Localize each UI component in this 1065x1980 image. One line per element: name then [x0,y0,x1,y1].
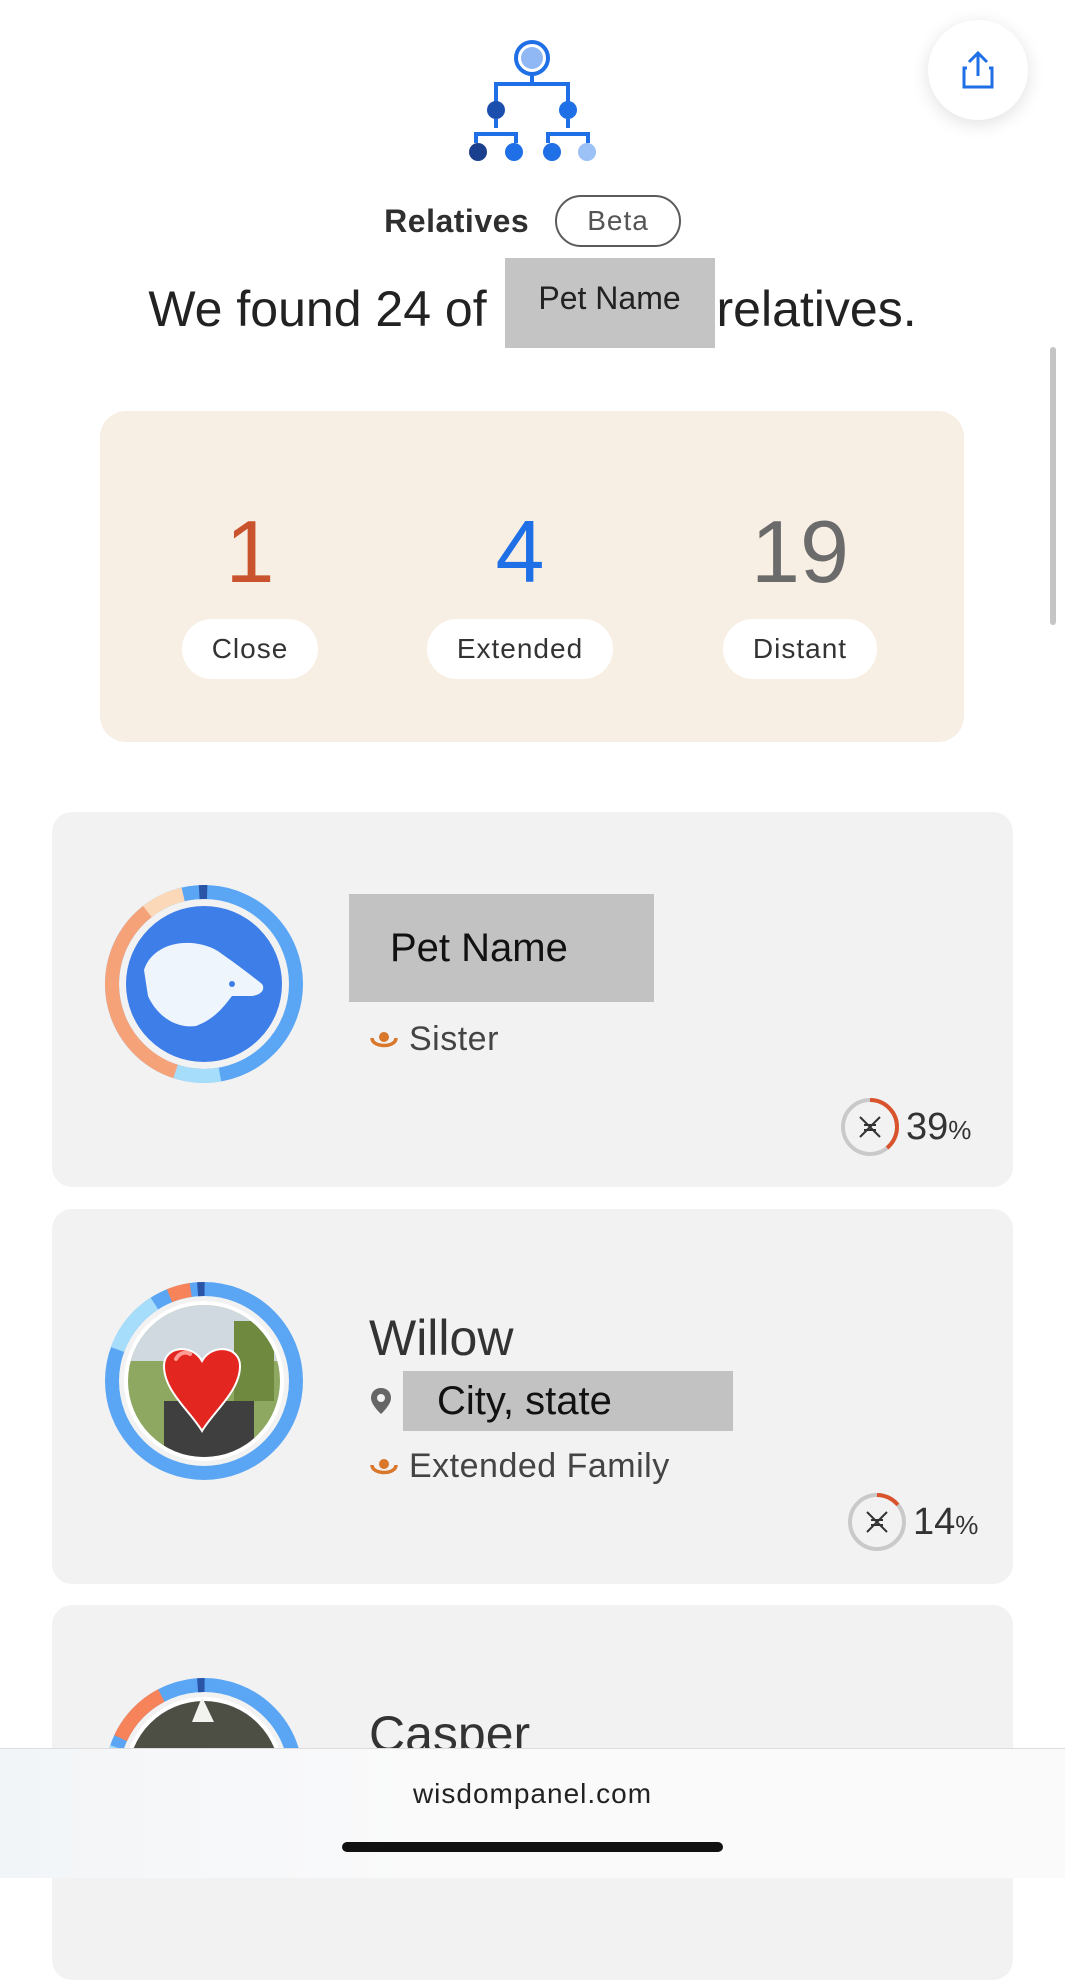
home-indicator [342,1842,723,1852]
relative-card[interactable]: Pet Name Sister 39% [52,812,1013,1187]
relatives-summary-card: 1 Close 4 Extended 19 Distant [100,411,964,742]
location-redaction: City, state [403,1371,733,1431]
relation-row: Extended Family [369,1447,670,1486]
stat-distant[interactable]: 19 Distant [690,507,910,679]
dna-percent: 39 [906,1105,949,1148]
section-title: Relatives [384,202,530,239]
relative-name: Willow [369,1310,514,1366]
location-pin-icon [371,1388,391,1414]
pet-name-redaction: Pet Name [504,258,715,348]
stat-extended-label: Extended [426,619,614,679]
beta-badge: Beta [555,195,681,247]
stat-distant-label: Distant [722,619,878,679]
relation-label: Extended Family [409,1447,670,1485]
share-icon [962,50,994,89]
ancestry-ring-avatar [104,1282,303,1480]
relative-name-redaction: Pet Name [349,894,654,1002]
browser-url[interactable]: wisdompanel.com [0,1778,1065,1810]
stat-extended-count: 4 [495,502,545,601]
stat-distant-count: 19 [751,502,849,601]
relatives-tree-logo [469,40,596,161]
stat-close-count: 1 [225,502,275,601]
section-header: Relatives Beta [0,195,1065,247]
browser-bottom-bar [0,1748,1065,1878]
dna-icon [848,1493,906,1551]
relative-card[interactable]: Willow City, state Extended Family 14% [52,1209,1013,1584]
share-button[interactable] [928,20,1028,120]
paw-relation-icon [370,1458,398,1474]
paw-relation-icon [370,1031,398,1047]
dna-percent: 14 [913,1500,956,1543]
scrollbar[interactable] [1050,347,1056,625]
relatives-headline: We found 24 of Pet Name relatives. [0,258,1065,348]
ancestry-ring-avatar [104,885,303,1084]
stat-close[interactable]: 1 Close [140,507,360,679]
percent-sign: % [948,1114,972,1145]
location-row: City, state [369,1371,733,1431]
headline-text-after: relatives. [716,281,917,338]
relation-row: Sister [369,1020,499,1059]
shared-dna: 14% [847,1492,978,1552]
headline-text-before: We found 24 of [148,281,487,338]
stat-extended[interactable]: 4 Extended [410,507,630,679]
percent-sign: % [955,1509,979,1540]
stat-close-label: Close [181,619,319,679]
relation-label: Sister [409,1020,499,1058]
dna-icon [841,1098,899,1156]
shared-dna: 39% [840,1097,971,1157]
